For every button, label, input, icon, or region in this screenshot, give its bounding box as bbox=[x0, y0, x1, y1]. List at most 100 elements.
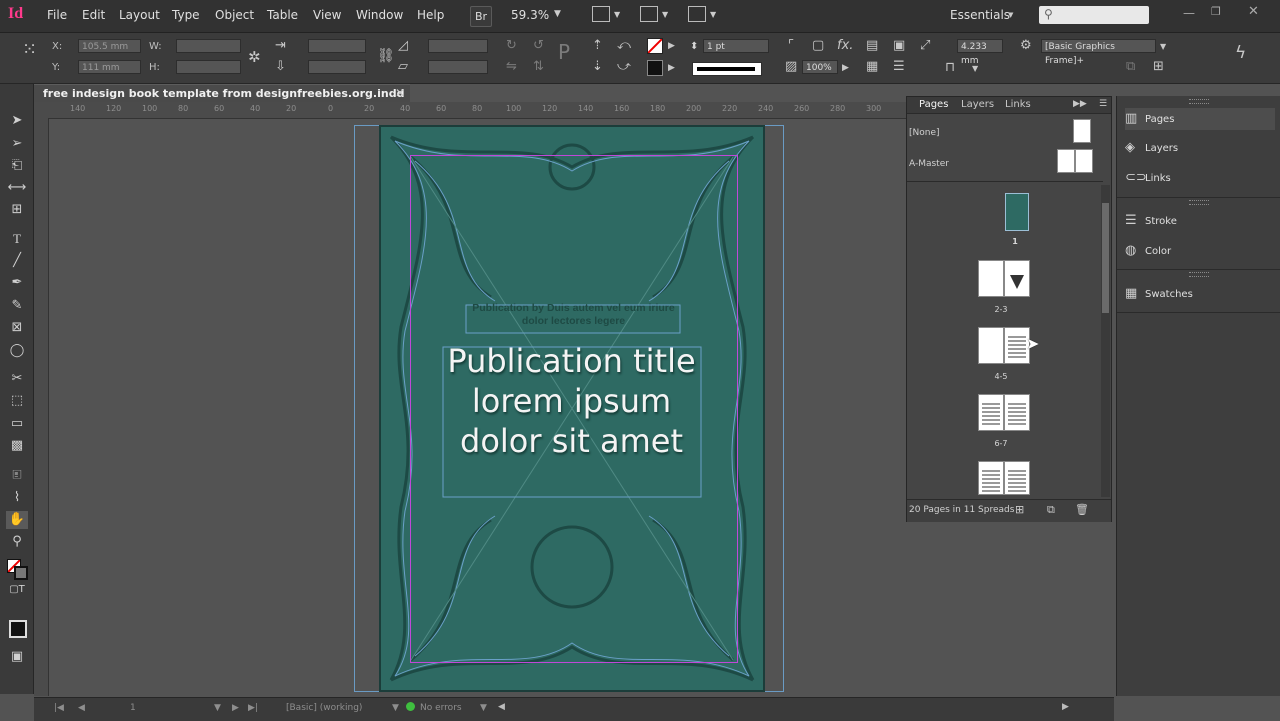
corner-options-icon[interactable]: ⌜ bbox=[788, 39, 794, 53]
scale-x-field[interactable] bbox=[308, 39, 366, 53]
formatting-affects-icon[interactable]: ▢T bbox=[6, 581, 28, 599]
menu-help[interactable]: Help bbox=[417, 8, 444, 22]
menu-file[interactable]: File bbox=[47, 8, 67, 22]
direct-selection-tool-icon[interactable]: ➢ bbox=[6, 135, 28, 153]
edit-page-size-icon[interactable]: ⊞ bbox=[1015, 503, 1024, 516]
dock-grip[interactable] bbox=[1189, 200, 1209, 205]
selection-tool-icon[interactable]: ➤ bbox=[6, 112, 28, 130]
gap-tool-icon[interactable]: ⟷ bbox=[6, 179, 28, 197]
effects-fx-icon[interactable]: fx. bbox=[837, 39, 853, 53]
object-style-chevron-icon[interactable]: ▼ bbox=[1160, 40, 1166, 54]
stroke-weight-arrows-icon[interactable]: ⬍ bbox=[690, 41, 698, 52]
rotate-cw-icon[interactable]: ↻ bbox=[506, 39, 517, 53]
close-window-icon[interactable]: ✕ bbox=[1248, 4, 1259, 19]
zoom-level[interactable]: 59.3% bbox=[511, 8, 549, 22]
stroke-swatch-icon[interactable] bbox=[647, 60, 663, 76]
rotation-field[interactable] bbox=[428, 39, 488, 53]
page-4-thumbnail[interactable] bbox=[978, 327, 1004, 364]
zoom-chevron-down-icon[interactable]: ▼ bbox=[554, 9, 561, 19]
delete-page-icon[interactable]: 🗑 bbox=[1075, 503, 1089, 516]
page-3-thumbnail[interactable] bbox=[1004, 260, 1030, 297]
opacity-arrow-icon[interactable]: ▶ bbox=[842, 61, 849, 75]
a-master-thumbnail-left[interactable] bbox=[1057, 149, 1075, 173]
reference-point-icon[interactable]: ⁙ bbox=[22, 41, 37, 59]
menu-object[interactable]: Object bbox=[215, 8, 254, 22]
dock-grip[interactable] bbox=[1189, 272, 1209, 277]
pen-tool-icon[interactable]: ✒ bbox=[6, 274, 28, 292]
first-page-icon[interactable]: |◀ bbox=[54, 703, 64, 713]
page-1-thumbnail[interactable] bbox=[1005, 193, 1029, 231]
dock-layers-button[interactable]: ◈ Layers bbox=[1125, 137, 1275, 159]
rotate-ccw-icon[interactable]: ↺ bbox=[533, 39, 544, 53]
select-content-down-icon[interactable]: ⇣ bbox=[592, 60, 603, 74]
fill-swatch-icon[interactable] bbox=[647, 38, 663, 54]
minimize-icon[interactable]: — bbox=[1183, 6, 1195, 20]
menu-window[interactable]: Window bbox=[356, 8, 403, 22]
none-master-label[interactable]: [None] bbox=[909, 128, 940, 138]
preflight-chevron-icon[interactable]: ▼ bbox=[480, 703, 487, 713]
panel-menu-icon[interactable]: ☰ bbox=[1099, 99, 1107, 109]
rectangle-frame-tool-icon[interactable]: ⊠ bbox=[6, 319, 28, 337]
ellipse-tool-icon[interactable]: ◯ bbox=[6, 342, 28, 360]
screen-mode-chevron-icon[interactable]: ▼ bbox=[662, 10, 668, 19]
text-wrap-none-icon[interactable]: ▤ bbox=[866, 39, 878, 53]
a-master-label[interactable]: A-Master bbox=[909, 159, 949, 169]
stroke-swatch-small-icon[interactable] bbox=[14, 566, 28, 580]
new-page-icon[interactable]: ⧉ bbox=[1047, 503, 1055, 517]
page-2-thumbnail[interactable] bbox=[978, 260, 1004, 297]
object-style-icon[interactable]: ⚙ bbox=[1020, 39, 1032, 53]
normal-mode-icon[interactable] bbox=[9, 620, 27, 638]
page-8-thumbnail[interactable] bbox=[978, 461, 1004, 495]
type-tool-icon[interactable]: T bbox=[6, 230, 28, 248]
opacity-field[interactable]: 100% bbox=[802, 60, 838, 74]
scroll-left-icon[interactable]: ◀ bbox=[498, 702, 505, 712]
tab-links[interactable]: Links bbox=[1005, 99, 1031, 110]
menu-edit[interactable]: Edit bbox=[82, 8, 105, 22]
screen-mode-tool-icon[interactable]: ▣ bbox=[6, 648, 28, 666]
select-next-icon[interactable]: ⤻ bbox=[617, 60, 631, 74]
tab-layers[interactable]: Layers bbox=[961, 99, 994, 110]
arrange-documents-icon[interactable] bbox=[688, 6, 706, 22]
document-canvas[interactable]: Publication by Duis autem vel eum iriure… bbox=[49, 119, 905, 696]
content-collector-icon[interactable]: ⊞ bbox=[6, 201, 28, 219]
fitting-frame-icon[interactable]: ☰ bbox=[893, 60, 905, 74]
opacity-icon[interactable]: ▨ bbox=[785, 60, 797, 74]
fitting-content-icon[interactable]: ▦ bbox=[866, 60, 878, 74]
text-wrap-bbox-icon[interactable]: ▣ bbox=[893, 39, 905, 53]
scale-y-icon[interactable]: ⇩ bbox=[275, 60, 286, 74]
dock-swatches-button[interactable]: ▦ Swatches bbox=[1125, 283, 1275, 305]
fill-menu-arrow-icon[interactable]: ▶ bbox=[668, 39, 675, 53]
collapse-panel-icon[interactable]: ▶▶ bbox=[1073, 99, 1087, 109]
dock-stroke-button[interactable]: ☰ Stroke bbox=[1125, 210, 1275, 232]
zoom-tool-icon[interactable]: ⚲ bbox=[6, 533, 28, 551]
preflight-status[interactable]: No errors bbox=[420, 703, 462, 713]
none-master-thumbnail[interactable] bbox=[1073, 119, 1091, 143]
align-options-icon[interactable]: ⊓ bbox=[945, 61, 955, 75]
y-position-field[interactable]: 111 mm bbox=[78, 60, 141, 74]
next-page-icon[interactable]: ▶ bbox=[232, 703, 239, 713]
document-tab[interactable]: free indesign book template from designf… bbox=[34, 84, 410, 113]
select-content-icon[interactable]: P bbox=[558, 42, 570, 62]
last-page-icon[interactable]: ▶| bbox=[248, 703, 258, 713]
shear-field[interactable] bbox=[428, 60, 488, 74]
auto-fit-icon[interactable]: ⤢ bbox=[920, 39, 930, 53]
x-position-field[interactable]: 105.5 mm bbox=[78, 39, 141, 53]
width-field[interactable] bbox=[176, 39, 241, 53]
constrain-proportions-icon[interactable]: ✲ bbox=[248, 50, 261, 65]
object-style-select[interactable]: [Basic Graphics Frame]+ bbox=[1041, 39, 1156, 66]
link-scale-icon[interactable]: ⛓ bbox=[377, 49, 395, 63]
clear-overrides-icon[interactable]: ⧉ bbox=[1126, 60, 1135, 74]
search-input[interactable]: ⚲ bbox=[1039, 6, 1149, 24]
height-field[interactable] bbox=[176, 60, 241, 74]
stroke-menu-arrow-icon[interactable]: ▶ bbox=[668, 61, 675, 75]
dock-color-button[interactable]: ◍ Color bbox=[1125, 240, 1275, 262]
align-chevron-icon[interactable]: ▼ bbox=[972, 62, 978, 76]
vertical-ruler[interactable] bbox=[34, 118, 49, 696]
view-options-chevron-icon[interactable]: ▼ bbox=[614, 10, 620, 19]
gradient-swatch-tool-icon[interactable]: ▭ bbox=[6, 415, 28, 433]
page-7-thumbnail[interactable] bbox=[1004, 394, 1030, 431]
dock-grip[interactable] bbox=[1189, 99, 1209, 104]
workspace-chevron-icon[interactable]: ▼ bbox=[1008, 11, 1013, 19]
dock-pages-button[interactable]: ▥ Pages bbox=[1125, 108, 1275, 130]
a-master-thumbnail-right[interactable] bbox=[1075, 149, 1093, 173]
